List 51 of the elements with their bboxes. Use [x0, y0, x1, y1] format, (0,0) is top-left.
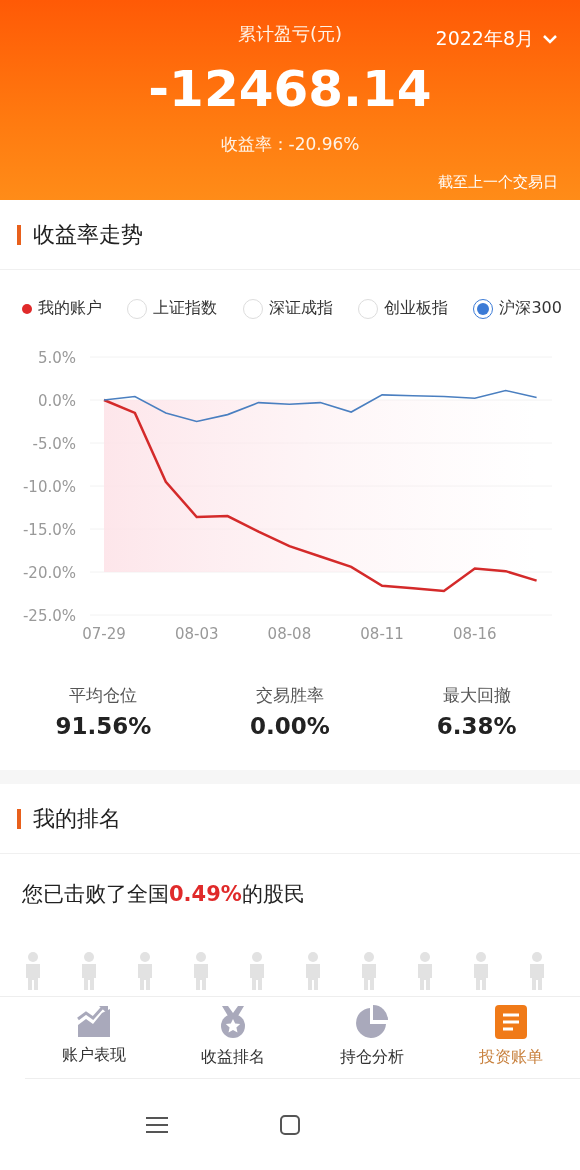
document-icon — [494, 1005, 527, 1039]
axis-label: 08-03 — [174, 625, 219, 643]
section-marker — [17, 808, 21, 829]
legend-label[interactable]: 创业板指 — [384, 298, 449, 319]
legend-label[interactable]: 沪深300 — [499, 298, 562, 319]
header-title: 累计盈亏(元) — [237, 22, 342, 46]
axis-label: -10.0% — [22, 478, 76, 496]
person-icon — [192, 952, 210, 990]
ranking-sentence: 您已击败了全国0.49%的股民 — [21, 881, 306, 908]
stat-value: 91.56% — [55, 713, 152, 739]
axis-label: -5.0% — [32, 435, 76, 453]
nav-tab[interactable]: 账户表现 — [25, 997, 164, 1078]
person-icon — [136, 952, 154, 990]
axis-label: -25.0% — [22, 607, 76, 625]
section-title: 收益率走势 — [33, 220, 143, 249]
stat-value: 0.00% — [250, 713, 330, 739]
legend-label[interactable]: 深证成指 — [268, 298, 333, 319]
return-rate: 收益率：-20.96% — [219, 132, 361, 156]
person-icon — [248, 952, 266, 990]
person-icon — [416, 952, 434, 990]
person-icon — [304, 952, 322, 990]
total-amount: -12468.14 — [147, 61, 433, 120]
person-icon — [24, 952, 42, 990]
person-icon — [472, 952, 490, 990]
axis-label: -20.0% — [22, 564, 76, 582]
axis-label: 0.0% — [37, 392, 76, 410]
axis-label: -15.0% — [22, 521, 76, 539]
person-icon — [528, 952, 546, 990]
section-marker — [17, 224, 21, 245]
home-icon[interactable] — [280, 1114, 300, 1135]
axis-label: 08-16 — [453, 625, 497, 643]
axis-label: 5.0% — [37, 349, 76, 367]
legend-label[interactable]: 上证指数 — [153, 298, 218, 319]
axis-label: 08-11 — [360, 625, 404, 643]
stat-label: 交易胜率 — [256, 684, 324, 707]
chevron-down-icon — [542, 33, 558, 44]
date-note: 截至上一个交易日 — [438, 173, 558, 194]
axis-label: 08-08 — [267, 625, 312, 643]
nav-tab[interactable]: 收益排名 — [163, 997, 303, 1078]
nav-tab[interactable]: 持仓分析 — [302, 997, 442, 1078]
person-icon — [80, 952, 98, 990]
stat-value: 6.38% — [436, 713, 517, 739]
section-title: 我的排名 — [33, 804, 121, 833]
trend-chart-icon — [77, 1005, 112, 1037]
person-icon — [360, 952, 378, 990]
menu-icon[interactable] — [145, 1115, 168, 1134]
pie-chart-icon — [354, 1005, 389, 1039]
legend-label: 我的账户 — [38, 298, 102, 319]
stat-label: 平均仓位 — [69, 684, 138, 707]
axis-label: 07-29 — [82, 625, 126, 643]
stat-label: 最大回撤 — [442, 684, 511, 707]
